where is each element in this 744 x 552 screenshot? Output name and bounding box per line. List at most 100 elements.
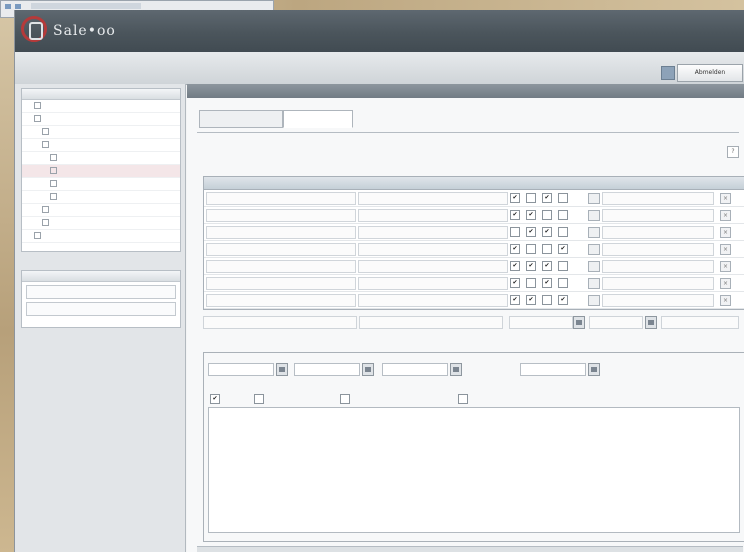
tree-item[interactable]: [22, 204, 180, 217]
chevron-down-icon[interactable]: [588, 295, 600, 306]
option-checkbox[interactable]: [340, 394, 350, 404]
time-from-input[interactable]: [382, 363, 448, 376]
tab-first[interactable]: [199, 110, 283, 128]
grid-cell-name[interactable]: [206, 243, 356, 256]
calendar-icon[interactable]: [645, 316, 657, 329]
footer-field[interactable]: [203, 316, 357, 329]
calendar-icon[interactable]: [450, 363, 462, 376]
tree-expander-icon[interactable]: [42, 206, 49, 213]
grid-checkbox[interactable]: ✔: [510, 244, 520, 254]
grid-cell-value[interactable]: [358, 243, 508, 256]
delete-row-button[interactable]: ×: [720, 227, 731, 238]
date-to-input[interactable]: [294, 363, 360, 376]
grid-checkbox[interactable]: ✔: [510, 210, 520, 220]
calendar-icon[interactable]: [362, 363, 374, 376]
tree-expander-icon[interactable]: [34, 102, 41, 109]
grid-checkbox[interactable]: ✔: [526, 227, 536, 237]
tree-item[interactable]: [22, 126, 180, 139]
grid-cell-value[interactable]: [358, 294, 508, 307]
grid-cell-name[interactable]: [206, 260, 356, 273]
tree-item[interactable]: [22, 152, 180, 165]
delete-row-button[interactable]: ×: [720, 193, 731, 204]
footer-field[interactable]: [359, 316, 503, 329]
grid-checkbox[interactable]: ✔: [526, 210, 536, 220]
option-checkbox[interactable]: [458, 394, 468, 404]
tree-expander-icon[interactable]: [50, 193, 57, 200]
calendar-icon[interactable]: [276, 363, 288, 376]
grid-checkbox[interactable]: ✔: [510, 261, 520, 271]
grid-cell-target[interactable]: [602, 192, 714, 205]
grid-checkbox[interactable]: [542, 295, 552, 305]
tree-item[interactable]: [22, 113, 180, 126]
grid-checkbox[interactable]: [526, 244, 536, 254]
delete-row-button[interactable]: ×: [720, 295, 731, 306]
tree-expander-icon[interactable]: [50, 154, 57, 161]
grid-cell-target[interactable]: [602, 277, 714, 290]
grid-checkbox[interactable]: [558, 278, 568, 288]
delete-row-button[interactable]: ×: [720, 261, 731, 272]
chevron-down-icon[interactable]: [588, 278, 600, 289]
grid-cell-target[interactable]: [602, 243, 714, 256]
tree-expander-icon[interactable]: [50, 167, 57, 174]
grid-checkbox[interactable]: ✔: [526, 295, 536, 305]
grid-checkbox[interactable]: ✔: [526, 261, 536, 271]
grid-checkbox[interactable]: ✔: [542, 261, 552, 271]
grid-cell-target[interactable]: [602, 209, 714, 222]
grid-checkbox[interactable]: [510, 227, 520, 237]
user-icon[interactable]: [661, 66, 675, 80]
grid-checkbox[interactable]: [542, 210, 552, 220]
grid-checkbox[interactable]: [558, 227, 568, 237]
grid-cell-target[interactable]: [602, 260, 714, 273]
grid-checkbox[interactable]: [526, 278, 536, 288]
option-checkbox[interactable]: ✔: [210, 394, 220, 404]
grid-cell-name[interactable]: [206, 226, 356, 239]
grid-checkbox[interactable]: ✔: [510, 278, 520, 288]
grid-checkbox[interactable]: ✔: [542, 227, 552, 237]
delete-row-button[interactable]: ×: [720, 210, 731, 221]
logout-button[interactable]: Abmelden: [677, 64, 743, 82]
grid-checkbox[interactable]: [526, 193, 536, 203]
grid-checkbox[interactable]: [558, 261, 568, 271]
grid-checkbox[interactable]: ✔: [510, 295, 520, 305]
tree-expander-icon[interactable]: [50, 180, 57, 187]
secondary-panel-field[interactable]: [26, 285, 176, 299]
tree-item[interactable]: [22, 191, 180, 204]
tree-item[interactable]: [22, 139, 180, 152]
tree-item[interactable]: [22, 230, 180, 243]
grid-checkbox[interactable]: ✔: [510, 193, 520, 203]
grid-checkbox[interactable]: ✔: [542, 193, 552, 203]
tree-expander-icon[interactable]: [42, 141, 49, 148]
time-to-input[interactable]: [520, 363, 586, 376]
option-checkbox[interactable]: [254, 394, 264, 404]
calendar-icon[interactable]: [588, 363, 600, 376]
tree-expander-icon[interactable]: [34, 232, 41, 239]
delete-row-button[interactable]: ×: [720, 278, 731, 289]
tree-item[interactable]: [22, 178, 180, 191]
grid-cell-target[interactable]: [602, 294, 714, 307]
calendar-icon[interactable]: [573, 316, 585, 329]
chevron-down-icon[interactable]: [588, 193, 600, 204]
help-icon[interactable]: ?: [727, 146, 739, 158]
grid-checkbox[interactable]: [558, 193, 568, 203]
chevron-down-icon[interactable]: [588, 261, 600, 272]
tree-item[interactable]: [22, 165, 180, 178]
grid-checkbox[interactable]: ✔: [558, 295, 568, 305]
footer-field[interactable]: [509, 316, 573, 329]
tree-expander-icon[interactable]: [42, 128, 49, 135]
footer-field[interactable]: [589, 316, 643, 329]
grid-cell-target[interactable]: [602, 226, 714, 239]
grid-checkbox[interactable]: ✔: [558, 244, 568, 254]
tab-second[interactable]: [283, 110, 353, 128]
footer-field[interactable]: [661, 316, 739, 329]
delete-row-button[interactable]: ×: [720, 244, 731, 255]
grid-cell-name[interactable]: [206, 294, 356, 307]
grid-cell-value[interactable]: [358, 209, 508, 222]
tree-item[interactable]: [22, 100, 180, 113]
grid-checkbox[interactable]: ✔: [542, 278, 552, 288]
chevron-down-icon[interactable]: [588, 210, 600, 221]
grid-cell-value[interactable]: [358, 226, 508, 239]
grid-cell-name[interactable]: [206, 192, 356, 205]
grid-cell-value[interactable]: [358, 192, 508, 205]
secondary-panel-field[interactable]: [26, 302, 176, 316]
grid-cell-value[interactable]: [358, 277, 508, 290]
